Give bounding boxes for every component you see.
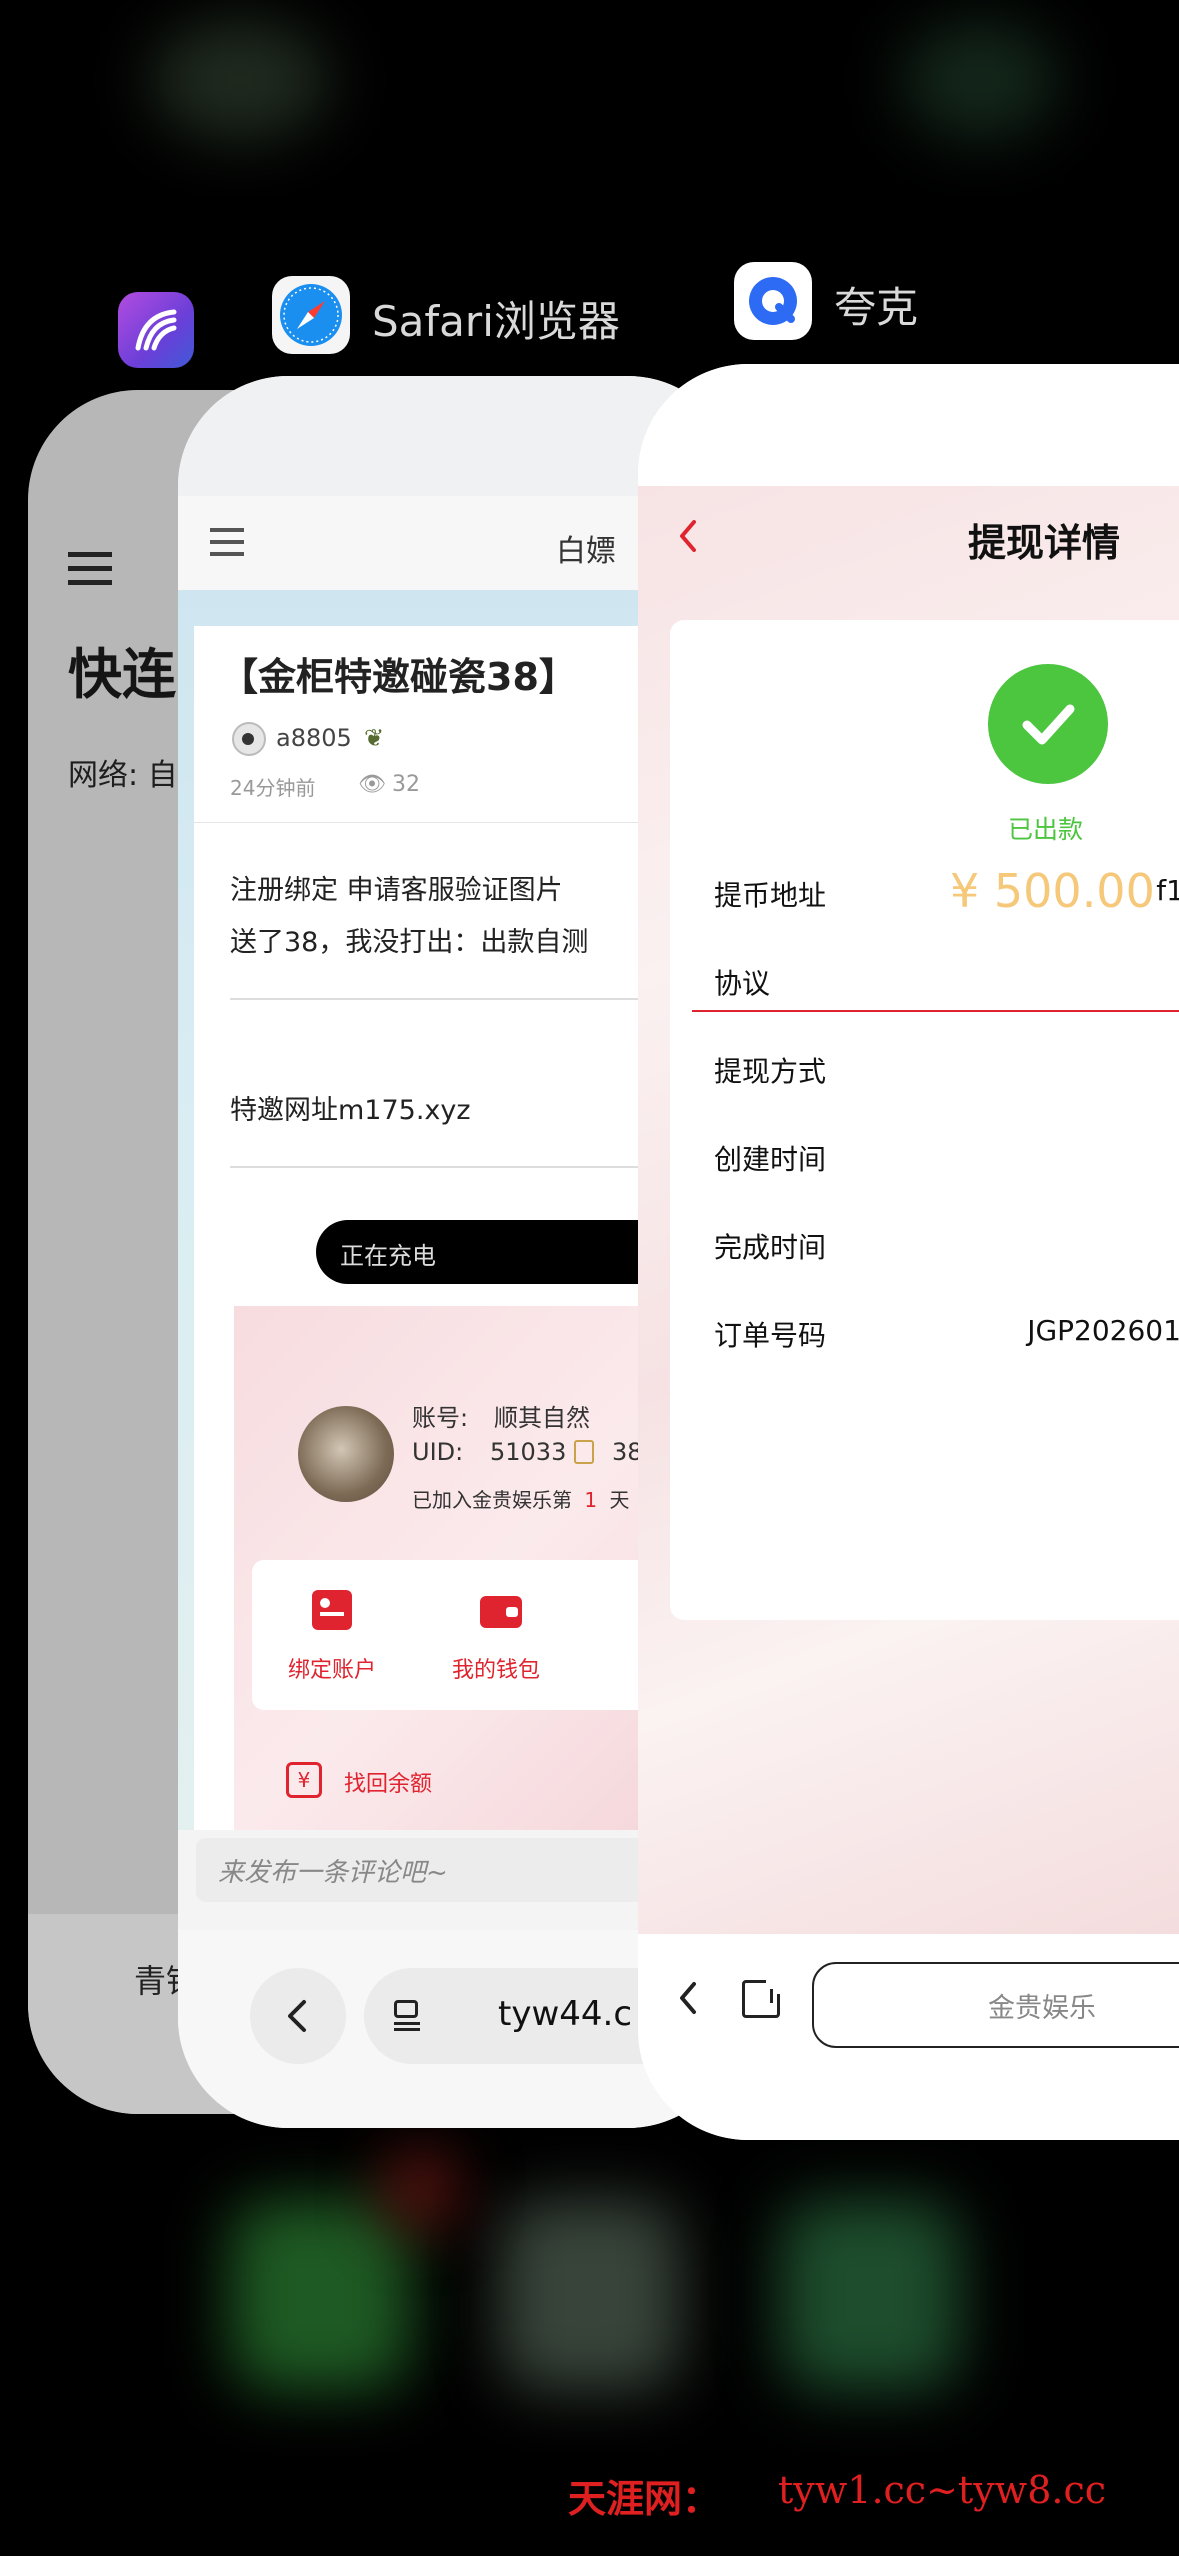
back-nav-icon[interactable] (674, 1978, 704, 2018)
url-text[interactable]: tyw44.c (498, 1994, 632, 2034)
kuailian-title: 快连 (68, 643, 176, 706)
detail-row-value: f1cbe62 (1156, 874, 1179, 907)
uid-value: 51033 (490, 1438, 567, 1466)
address-bar-text: 金贵娱乐 (988, 1993, 1096, 2024)
detail-row-label: 提现方式 (714, 1055, 827, 1088)
detail-row: 创建时间2026- (670, 1138, 1179, 1188)
post-body-line-2: 送了38，我没打出：出款自测 (230, 927, 589, 958)
joined-prefix: 已加入金贵娱乐第 (412, 1488, 572, 1512)
watermark-brand: 天涯网： (568, 2476, 721, 2521)
wallet-button[interactable]: 我的钱包 (452, 1652, 540, 1684)
top-blur-blob (150, 20, 330, 140)
watermark-urls: tyw1.cc~tyw8.cc (778, 2468, 1107, 2512)
account-value: 顺其自然 (494, 1404, 590, 1432)
post-body-line-3: 特邀网址m175.xyz (230, 1095, 471, 1126)
post-time: 24分钟前 (230, 776, 316, 800)
detail-row-label: 完成时间 (714, 1231, 827, 1264)
quark-logo-icon (749, 277, 797, 325)
withdraw-detail-card: 已出款 ¥ 500.00 提币地址f1cbe62协议提现方式创建时间2026-完… (670, 620, 1179, 1620)
eye-icon: 👁 (358, 772, 386, 797)
compass-icon (280, 284, 342, 346)
quark-app-card[interactable]: 提现详情 已出款 ¥ 500.00 提币地址f1cbe62协议提现方式创建时间2… (638, 364, 1179, 2140)
site-menu-icon[interactable] (210, 528, 244, 558)
detail-row-label: 协议 (714, 967, 771, 1000)
success-check-icon (988, 664, 1108, 784)
chevron-left-icon (288, 2000, 306, 2032)
back-button[interactable] (250, 1968, 346, 2064)
safari-app-label: Safari浏览器 (372, 297, 620, 346)
status-area (638, 364, 1179, 486)
author-name[interactable]: a8805 (276, 724, 352, 752)
detail-row-label: 创建时间 (714, 1143, 827, 1176)
dock-blur-3 (780, 2200, 960, 2390)
wallet-icon (480, 1596, 522, 1628)
joined-suffix: 天 (609, 1488, 630, 1512)
view-count: 32 (392, 772, 420, 797)
site-header-title: 白嫖 (556, 534, 616, 569)
copy-icon (574, 1440, 594, 1464)
post-body-line-1: 注册绑定 申请客服验证图片 (230, 875, 563, 906)
detail-row: 完成时间2026- (670, 1226, 1179, 1276)
bind-account-button[interactable]: 绑定账户 (288, 1652, 376, 1684)
tab-overview-icon[interactable] (394, 2000, 422, 2032)
multiwindow-icon[interactable] (742, 1980, 780, 2018)
dock-blur-red (380, 2150, 460, 2230)
quark-address-bar[interactable]: 金贵娱乐 (812, 1962, 1179, 2048)
detail-row: 协议 (670, 962, 1179, 1012)
recover-balance-button[interactable]: 找回余额 (344, 1766, 432, 1798)
menu-icon[interactable] (68, 552, 112, 586)
quark-app-icon[interactable] (734, 262, 812, 340)
detail-row: 提币地址 f1cbe62 (670, 874, 1179, 924)
joined-days: 1 (584, 1488, 598, 1512)
dock-blur-2 (500, 2200, 680, 2390)
detail-row: 提现方式 (670, 1050, 1179, 1100)
quark-app-label: 夸克 (834, 283, 919, 332)
network-status: 网络: 自 (68, 758, 178, 793)
uid-label: UID: (412, 1438, 464, 1466)
detail-row-label: 提币地址 (714, 879, 827, 912)
kuailian-logo-icon (135, 309, 177, 351)
bind-account-icon (312, 1590, 352, 1630)
charging-text: 正在充电 (340, 1242, 436, 1270)
status-text: 已出款 (1008, 815, 1084, 844)
post-title[interactable]: 【金柜特邀碰瓷38】 (220, 646, 577, 701)
author-avatar[interactable] (232, 722, 266, 756)
dock-blur-1 (230, 2200, 410, 2390)
detail-row-value: JGP20260130160 (1027, 1314, 1179, 1347)
top-blur-blob-2 (900, 20, 1060, 140)
safari-app-icon[interactable] (272, 276, 350, 354)
detail-row: 订单号码 JGP20260130160 (670, 1314, 1179, 1364)
profile-avatar (298, 1406, 394, 1502)
joined-text: 已加入金贵娱乐第 1 天 (412, 1484, 629, 1513)
author-badge-icon: ❦ (364, 724, 385, 752)
detail-row-label: 订单号码 (714, 1319, 827, 1352)
back-chevron-icon[interactable] (674, 516, 704, 556)
kuailian-app-icon[interactable] (118, 292, 194, 368)
page-title: 提现详情 (968, 521, 1121, 565)
account-label: 账号: (412, 1404, 469, 1432)
recover-balance-icon: ¥ (286, 1762, 322, 1798)
